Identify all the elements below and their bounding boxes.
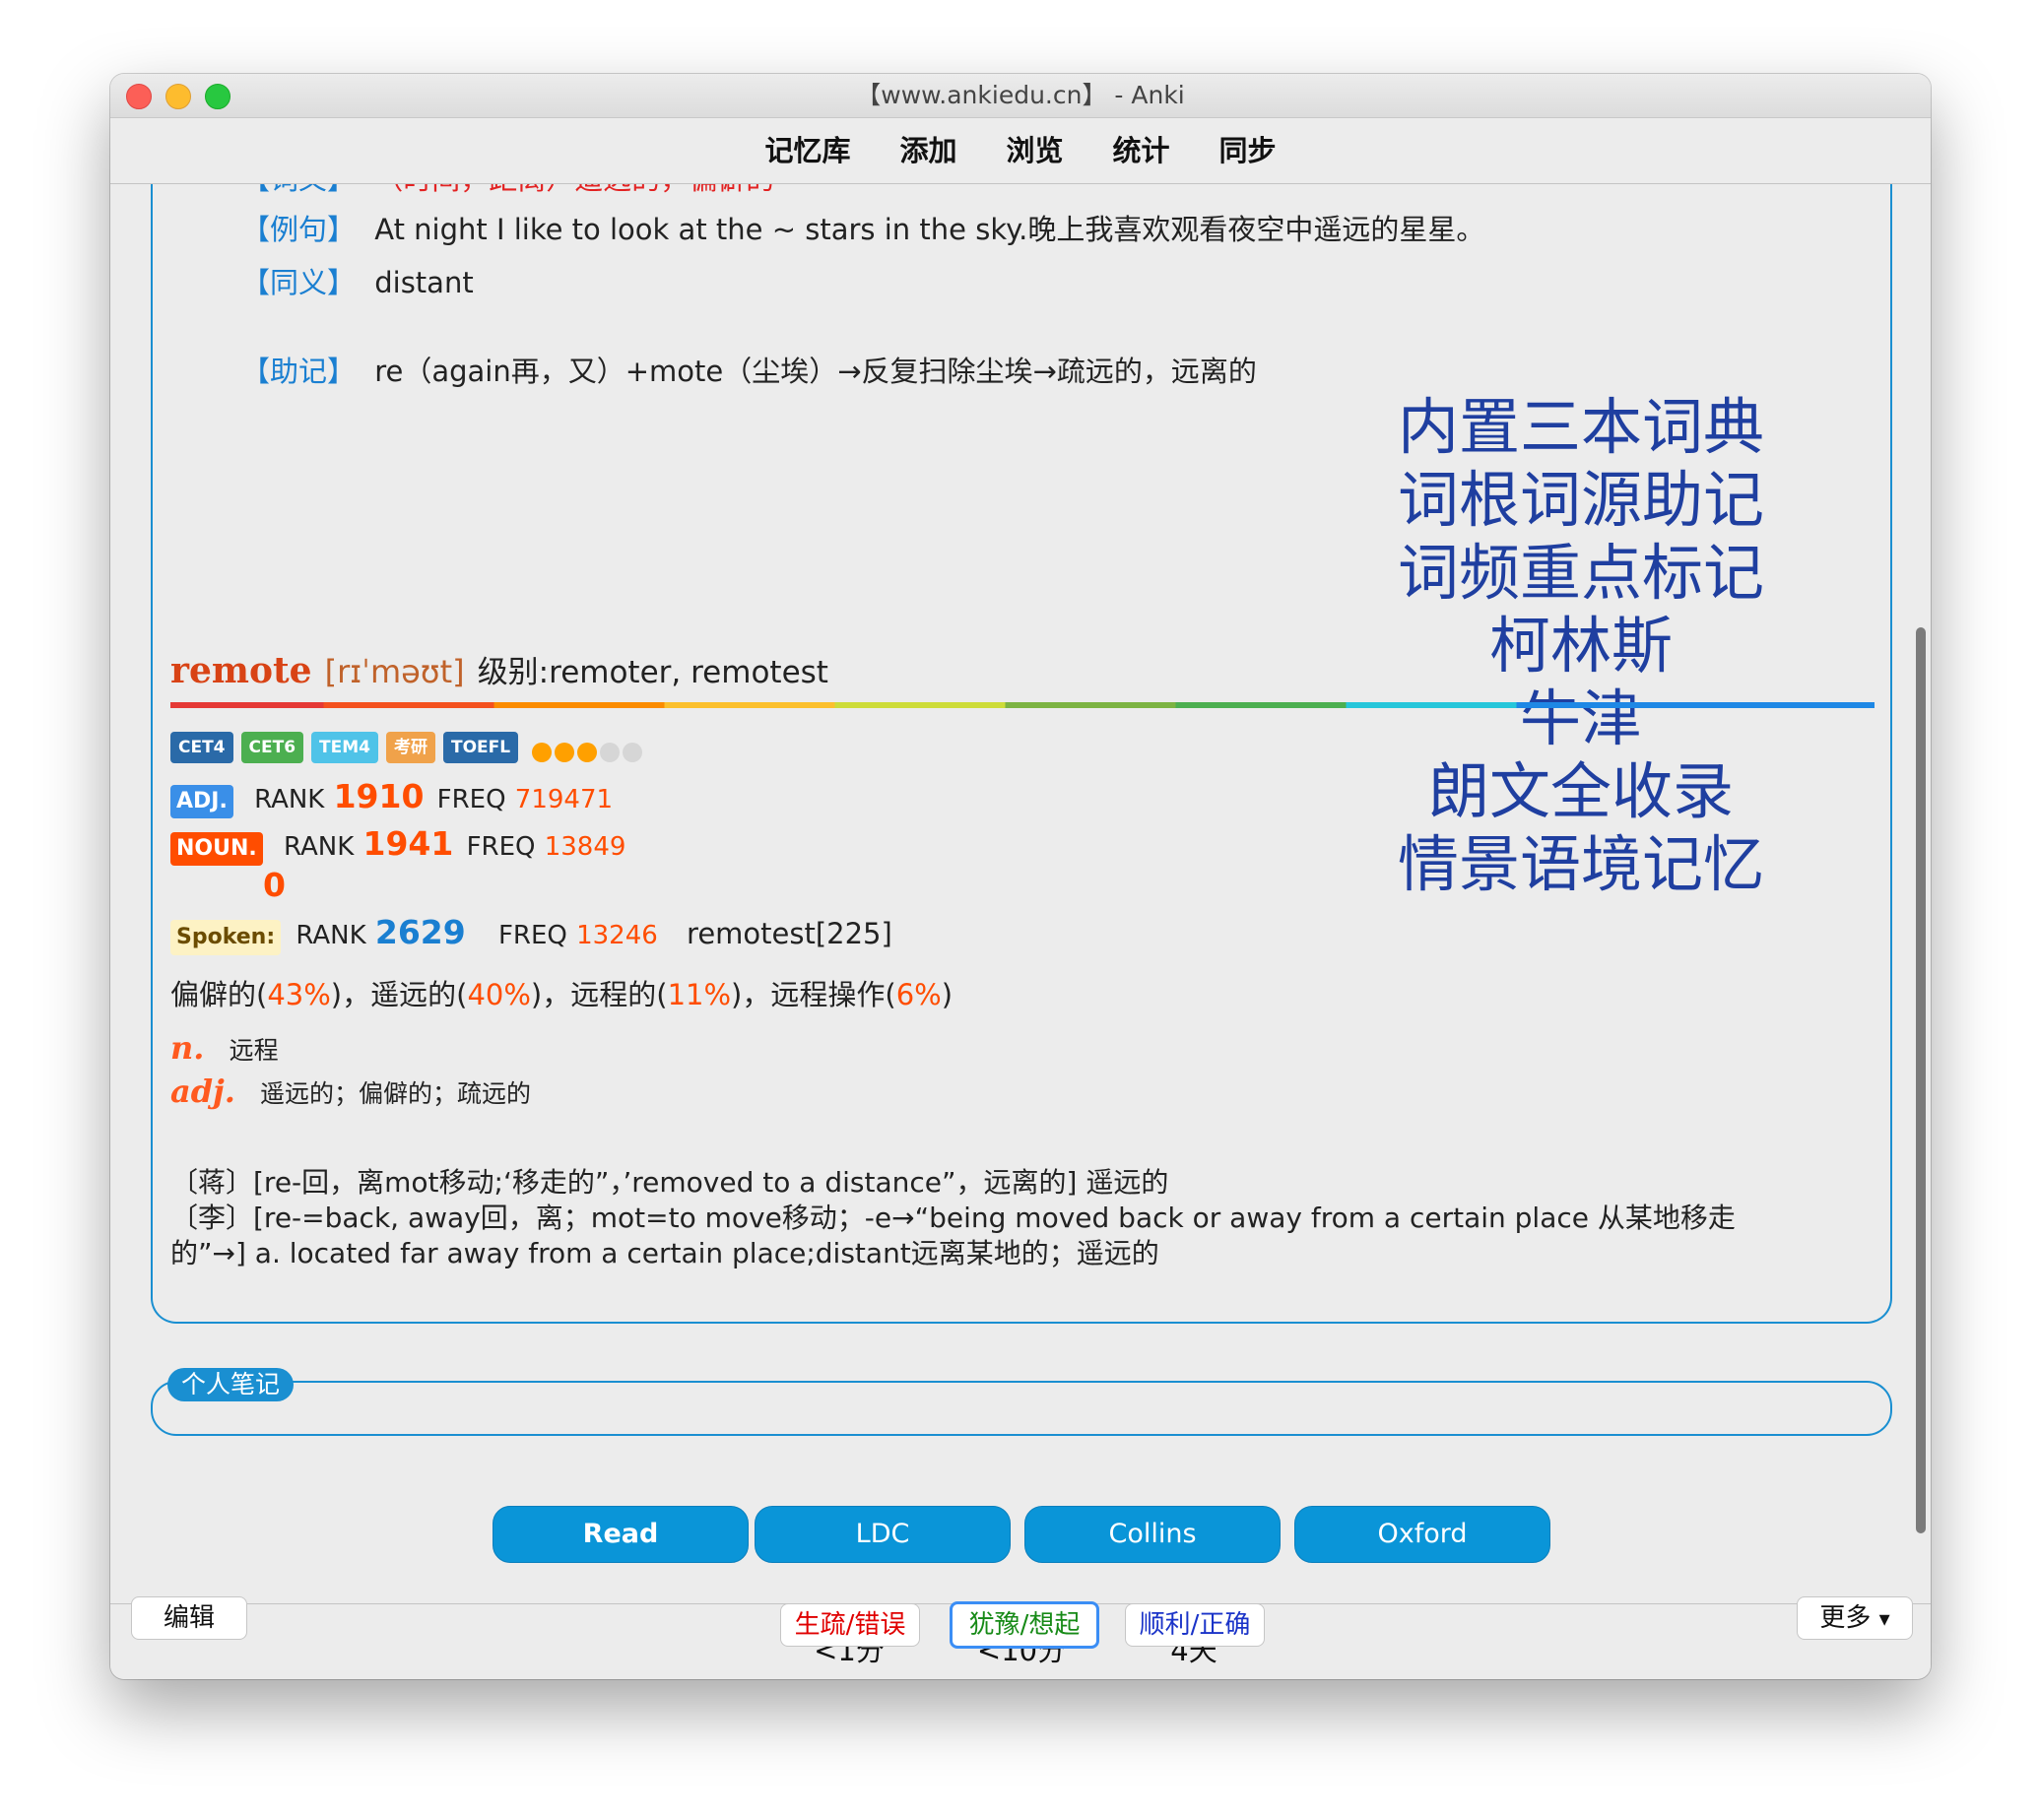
oxford-button[interactable]: Oxford bbox=[1294, 1506, 1550, 1563]
example-tag: 【例句】 bbox=[241, 213, 357, 246]
frequency-star-rating bbox=[532, 743, 645, 762]
rating-dot-empty bbox=[600, 743, 621, 762]
headword-row: remote [rɪˈməʊt] 级别:remoter, remotest bbox=[170, 647, 828, 691]
promo-line: 情景语境记忆 bbox=[1397, 828, 1764, 900]
badge-cet4: CET4 bbox=[170, 732, 233, 763]
badge-kaoyan: 考研 bbox=[386, 732, 435, 763]
etymology-line-1: 〔蒋〕[re-回，离mot移动;‘移走的”，’removed to a dist… bbox=[170, 1166, 1169, 1199]
adj-freq-label: FREQ bbox=[436, 785, 506, 814]
adj-tag: ADJ. bbox=[170, 785, 233, 818]
anki-window: 【www.ankiedu.cn】 - Anki 记忆库 添加 浏览 统计 同步 … bbox=[110, 74, 1931, 1679]
exam-badges: CET4 CET6 TEM4 考研 TOEFL bbox=[170, 732, 645, 763]
etymology-line-3: 的”→] a. located far away from a certain … bbox=[170, 1237, 1159, 1269]
spoken-rank-label: RANK bbox=[296, 921, 366, 950]
collins-button[interactable]: Collins bbox=[1024, 1506, 1281, 1563]
answer-hard-button[interactable]: 犹豫/想起 bbox=[950, 1601, 1099, 1649]
toolbar-sync[interactable]: 同步 bbox=[1219, 118, 1277, 183]
pos-definition: 远程 bbox=[229, 1036, 279, 1065]
noun-tag: NOUN. bbox=[170, 832, 263, 866]
main-toolbar: 记忆库 添加 浏览 统计 同步 bbox=[110, 118, 1931, 184]
example-row: 【例句】 At night I like to look at the ~ st… bbox=[241, 207, 1484, 248]
sense-item: 远程操作(6%) bbox=[770, 978, 954, 1011]
adj-freq: 719471 bbox=[514, 785, 614, 814]
synonym-text: distant bbox=[374, 266, 474, 299]
headword: remote bbox=[170, 650, 312, 691]
promo-line: 内置三本词典 bbox=[1397, 391, 1764, 463]
personal-notes-field[interactable] bbox=[151, 1381, 1892, 1436]
pos-def-adj: adj. 遥远的；偏僻的；疏远的 bbox=[170, 1072, 531, 1110]
rainbow-divider bbox=[170, 702, 1875, 708]
rating-dot-filled bbox=[555, 743, 575, 762]
adj-freq-row: ADJ. RANK 1910 FREQ 719471 bbox=[170, 777, 613, 818]
mnemonic-row: 【助记】 re（again再，又）+mote（尘埃）→反复扫除尘埃→疏远的，远离… bbox=[241, 349, 1257, 390]
phonetic: [rɪˈməʊt] bbox=[324, 653, 465, 690]
mnemonic-tag: 【助记】 bbox=[241, 355, 357, 388]
toolbar-browse[interactable]: 浏览 bbox=[1006, 118, 1063, 183]
toolbar-stats[interactable]: 统计 bbox=[1113, 118, 1170, 183]
sense-item: 远程的(11%)， bbox=[570, 978, 771, 1011]
meaning-tag: 【词义】 bbox=[241, 184, 356, 196]
spoken-freq: 13246 bbox=[576, 921, 658, 950]
noun-rank-label: RANK bbox=[283, 832, 355, 862]
spoken-rank: 2629 bbox=[374, 913, 466, 951]
word-forms: 级别:remoter, remotest bbox=[477, 655, 828, 690]
noun-extra: 0 bbox=[263, 866, 286, 904]
spoken-freq-row: Spoken: RANK 2629 FREQ 13246 remotest[22… bbox=[170, 913, 892, 955]
window-title: 【www.ankiedu.cn】 - Anki bbox=[856, 81, 1185, 109]
title-bar[interactable]: 【www.ankiedu.cn】 - Anki bbox=[110, 74, 1931, 118]
spoken-tag: Spoken: bbox=[170, 920, 282, 955]
answer-again-button[interactable]: 生疏/错误 bbox=[780, 1603, 920, 1647]
sense-item: 遥远的(40%)， bbox=[370, 978, 571, 1011]
pos-label: adj. bbox=[170, 1072, 235, 1110]
edit-button[interactable]: 编辑 bbox=[131, 1596, 247, 1640]
pos-label: n. bbox=[170, 1029, 205, 1067]
toolbar-add[interactable]: 添加 bbox=[899, 118, 956, 183]
badge-tem4: TEM4 bbox=[311, 732, 378, 763]
promo-line: 柯林斯 bbox=[1488, 610, 1673, 682]
example-text: At night I like to look at the ~ stars i… bbox=[374, 213, 1485, 246]
synonym-row: 【同义】 distant bbox=[241, 260, 474, 301]
ldc-button[interactable]: LDC bbox=[755, 1506, 1011, 1563]
badge-cet6: CET6 bbox=[240, 732, 304, 763]
personal-notes-label: 个人笔记 bbox=[167, 1368, 295, 1401]
synonym-tag: 【同义】 bbox=[241, 266, 357, 299]
mnemonic-text: re（again再，又）+mote（尘埃）→反复扫除尘埃→疏远的，远离的 bbox=[374, 355, 1257, 388]
spoken-extra: remotest[225] bbox=[687, 917, 892, 950]
noun-freq-row: NOUN. RANK 1941 FREQ 13849 bbox=[170, 824, 625, 866]
adj-rank: 1910 bbox=[333, 777, 425, 815]
promo-line: 朗文全收录 bbox=[1427, 755, 1734, 827]
promo-line: 词频重点标记 bbox=[1397, 537, 1764, 609]
rating-dot-empty bbox=[623, 743, 643, 762]
answer-good-button[interactable]: 顺利/正确 bbox=[1125, 1603, 1265, 1647]
read-button[interactable]: Read bbox=[493, 1506, 749, 1563]
spoken-freq-label: FREQ bbox=[497, 921, 567, 950]
vertical-scrollbar[interactable] bbox=[1909, 184, 1931, 1602]
dropdown-arrow-icon: ▾ bbox=[1878, 1607, 1890, 1632]
rating-dot-filled bbox=[577, 743, 598, 762]
scrollbar-thumb[interactable] bbox=[1916, 627, 1926, 1533]
rating-dot-filled bbox=[532, 743, 553, 762]
toolbar-decks[interactable]: 记忆库 bbox=[764, 118, 850, 183]
pos-definition: 遥远的；偏僻的；疏远的 bbox=[260, 1079, 532, 1108]
promo-line: 牛津 bbox=[1519, 682, 1642, 754]
card-content-area[interactable]: 【词义】 （时间，距离）遥远的，偏僻的 【例句】 At night I like… bbox=[110, 184, 1909, 1602]
noun-rank: 1941 bbox=[362, 824, 454, 863]
promo-line: 词根词源助记 bbox=[1397, 464, 1764, 536]
adj-rank-label: RANK bbox=[254, 785, 325, 814]
promo-overlay: 内置三本词典 词根词源助记 词频重点标记 柯林斯 牛津 朗文全收录 情景语境记忆 bbox=[1335, 391, 1827, 901]
meaning-row: 【词义】 （时间，距离）遥远的，偏僻的 bbox=[241, 184, 774, 198]
noun-freq: 13849 bbox=[544, 832, 626, 862]
more-label: 更多 bbox=[1819, 1603, 1872, 1633]
badge-toefl: TOEFL bbox=[443, 732, 519, 763]
etymology-line-2: 〔李〕[re-=back, away回，离；mot=to move移动；-e→“… bbox=[170, 1202, 1736, 1234]
more-button[interactable]: 更多 ▾ bbox=[1797, 1596, 1913, 1640]
sense-percentages: 偏僻的(43%)，遥远的(40%)，远程的(11%)，远程操作(6%) bbox=[170, 972, 953, 1013]
sense-item: 偏僻的(43%)， bbox=[170, 978, 371, 1011]
pos-def-noun: n. 远程 bbox=[170, 1029, 279, 1067]
meaning-text: （时间，距离）遥远的，偏僻的 bbox=[374, 184, 774, 196]
card-frame: 【词义】 （时间，距离）遥远的，偏僻的 【例句】 At night I like… bbox=[151, 184, 1892, 1324]
noun-freq-label: FREQ bbox=[466, 832, 536, 862]
